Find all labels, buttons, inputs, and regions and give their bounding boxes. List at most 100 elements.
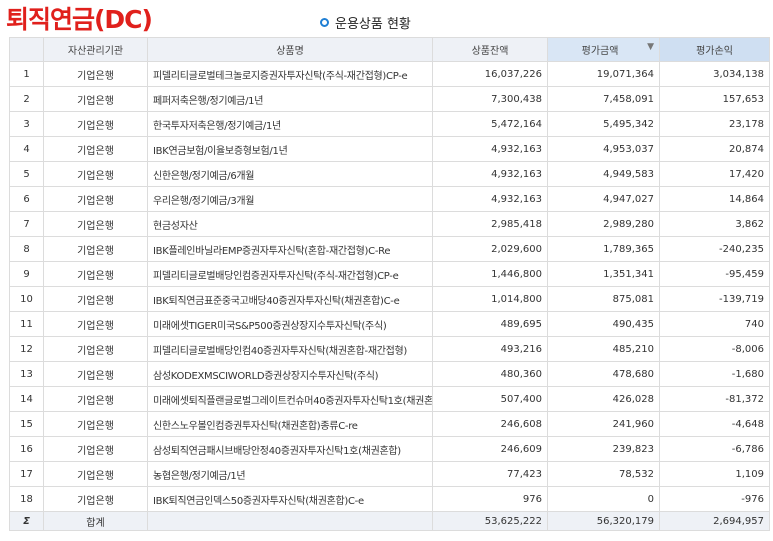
institution-cell[interactable]: 기업은행: [43, 486, 148, 512]
row-index[interactable]: 18: [9, 486, 44, 512]
row-index[interactable]: 17: [9, 461, 44, 487]
table-row[interactable]: 1 기업은행 피델리티글로벌테크놀로지증권자투자신탁(주식-재간접형)CP-e 16,…: [9, 61, 770, 87]
valuation-cell[interactable]: 4,949,583: [547, 161, 660, 187]
balance-cell[interactable]: 1,446,800: [432, 261, 548, 287]
balance-cell[interactable]: 493,216: [432, 336, 548, 362]
product-name-cell[interactable]: 한국투자저축은행/정기예금/1년: [147, 111, 433, 137]
profit-cell[interactable]: 3,862: [659, 211, 770, 237]
product-name-cell[interactable]: 신한스노우볼인컴증권투자신탁(채권혼합)종류C-re: [147, 411, 433, 437]
institution-cell[interactable]: 기업은행: [43, 161, 148, 187]
profit-cell[interactable]: 157,653: [659, 86, 770, 112]
valuation-cell[interactable]: 241,960: [547, 411, 660, 437]
balance-cell[interactable]: 7,300,438: [432, 86, 548, 112]
product-name-cell[interactable]: 미래에셋퇴직플랜글로벌그레이트컨슈머40증권자투자신탁1호(채권혼합): [147, 386, 433, 412]
row-index[interactable]: 9: [9, 261, 44, 287]
institution-cell[interactable]: 기업은행: [43, 261, 148, 287]
product-name-cell[interactable]: 현금성자산: [147, 211, 433, 237]
product-name-cell[interactable]: IBK연금보험/이율보증형보험/1년: [147, 136, 433, 162]
product-name-cell[interactable]: 삼성KODEXMSCIWORLD증권상장지수투자신탁(주식): [147, 361, 433, 387]
table-row[interactable]: 3 기업은행 한국투자저축은행/정기예금/1년 5,472,164 5,495,342 2…: [9, 111, 770, 137]
balance-cell[interactable]: 4,932,163: [432, 136, 548, 162]
valuation-cell[interactable]: 19,071,364: [547, 61, 660, 87]
balance-cell[interactable]: 16,037,226: [432, 61, 548, 87]
product-name-cell[interactable]: IBK퇴직연금표준중국고배당40증권자투자신탁(채권혼합)C-e: [147, 286, 433, 312]
profit-cell[interactable]: 3,034,138: [659, 61, 770, 87]
valuation-cell[interactable]: 0: [547, 486, 660, 512]
product-name-cell[interactable]: 피델리티글로벌배당인컴40증권자투자신탁(채권혼합-재간접형): [147, 336, 433, 362]
row-index[interactable]: 6: [9, 186, 44, 212]
row-index[interactable]: 10: [9, 286, 44, 312]
balance-cell[interactable]: 480,360: [432, 361, 548, 387]
row-index[interactable]: 15: [9, 411, 44, 437]
profit-cell[interactable]: 23,178: [659, 111, 770, 137]
table-row[interactable]: 11 기업은행 미래에셋TIGER미국S&P500증권상장지수투자신탁(주식) 489…: [9, 311, 770, 337]
table-row[interactable]: 5 기업은행 신한은행/정기예금/6개월 4,932,163 4,949,583 17,4…: [9, 161, 770, 187]
column-header-product[interactable]: 상품명: [147, 37, 433, 62]
institution-cell[interactable]: 기업은행: [43, 336, 148, 362]
institution-cell[interactable]: 기업은행: [43, 286, 148, 312]
product-name-cell[interactable]: 우리은행/정기예금/3개월: [147, 186, 433, 212]
table-row[interactable]: 15 기업은행 신한스노우볼인컴증권투자신탁(채권혼합)종류C-re 246,608 2…: [9, 411, 770, 437]
profit-cell[interactable]: -139,719: [659, 286, 770, 312]
table-row[interactable]: 6 기업은행 우리은행/정기예금/3개월 4,932,163 4,947,027 14,8…: [9, 186, 770, 212]
profit-cell[interactable]: 17,420: [659, 161, 770, 187]
row-index[interactable]: 1: [9, 61, 44, 87]
institution-cell[interactable]: 기업은행: [43, 86, 148, 112]
valuation-cell[interactable]: 2,989,280: [547, 211, 660, 237]
product-name-cell[interactable]: 피델리티글로벌테크놀로지증권자투자신탁(주식-재간접형)CP-e: [147, 61, 433, 87]
valuation-cell[interactable]: 875,081: [547, 286, 660, 312]
institution-cell[interactable]: 기업은행: [43, 436, 148, 462]
institution-cell[interactable]: 기업은행: [43, 211, 148, 237]
valuation-cell[interactable]: 1,351,341: [547, 261, 660, 287]
product-name-cell[interactable]: IBK퇴직연금인덱스50증권자투자신탁(채권혼합)C-e: [147, 486, 433, 512]
profit-cell[interactable]: 1,109: [659, 461, 770, 487]
table-row[interactable]: 16 기업은행 삼성퇴직연금패시브배당안정40증권자투자신탁1호(채권혼합) 246,…: [9, 436, 770, 462]
column-header-balance[interactable]: 상품잔액: [432, 37, 548, 62]
valuation-cell[interactable]: 4,947,027: [547, 186, 660, 212]
profit-cell[interactable]: -95,459: [659, 261, 770, 287]
product-name-cell[interactable]: 농협은행/정기예금/1년: [147, 461, 433, 487]
institution-cell[interactable]: 기업은행: [43, 111, 148, 137]
institution-cell[interactable]: 기업은행: [43, 461, 148, 487]
profit-cell[interactable]: 740: [659, 311, 770, 337]
institution-cell[interactable]: 기업은행: [43, 136, 148, 162]
institution-cell[interactable]: 기업은행: [43, 411, 148, 437]
valuation-cell[interactable]: 426,028: [547, 386, 660, 412]
table-row[interactable]: 2 기업은행 페퍼저축은행/정기예금/1년 7,300,438 7,458,091 157…: [9, 86, 770, 112]
product-name-cell[interactable]: IBK플레인바닐라EMP증권자투자신탁(혼합-재간접형)C-Re: [147, 236, 433, 262]
profit-cell[interactable]: -1,680: [659, 361, 770, 387]
institution-cell[interactable]: 기업은행: [43, 386, 148, 412]
balance-cell[interactable]: 4,932,163: [432, 186, 548, 212]
table-row[interactable]: 8 기업은행 IBK플레인바닐라EMP증권자투자신탁(혼합-재간접형)C-Re 2,0…: [9, 236, 770, 262]
row-index[interactable]: 2: [9, 86, 44, 112]
valuation-cell[interactable]: 5,495,342: [547, 111, 660, 137]
profit-cell[interactable]: -8,006: [659, 336, 770, 362]
institution-cell[interactable]: 기업은행: [43, 311, 148, 337]
balance-cell[interactable]: 976: [432, 486, 548, 512]
row-index[interactable]: 12: [9, 336, 44, 362]
institution-cell[interactable]: 기업은행: [43, 236, 148, 262]
balance-cell[interactable]: 246,608: [432, 411, 548, 437]
table-row[interactable]: 10 기업은행 IBK퇴직연금표준중국고배당40증권자투자신탁(채권혼합)C-e 1,…: [9, 286, 770, 312]
product-name-cell[interactable]: 페퍼저축은행/정기예금/1년: [147, 86, 433, 112]
table-row[interactable]: 12 기업은행 피델리티글로벌배당인컴40증권자투자신탁(채권혼합-재간접형) 493…: [9, 336, 770, 362]
balance-cell[interactable]: 489,695: [432, 311, 548, 337]
valuation-cell[interactable]: 1,789,365: [547, 236, 660, 262]
valuation-cell[interactable]: 78,532: [547, 461, 660, 487]
valuation-cell[interactable]: 239,823: [547, 436, 660, 462]
product-name-cell[interactable]: 미래에셋TIGER미국S&P500증권상장지수투자신탁(주식): [147, 311, 433, 337]
institution-cell[interactable]: 기업은행: [43, 186, 148, 212]
row-index[interactable]: 16: [9, 436, 44, 462]
profit-cell[interactable]: -240,235: [659, 236, 770, 262]
profit-cell[interactable]: -81,372: [659, 386, 770, 412]
sort-descending-icon[interactable]: ▼: [647, 42, 654, 52]
profit-cell[interactable]: -4,648: [659, 411, 770, 437]
balance-cell[interactable]: 2,985,418: [432, 211, 548, 237]
valuation-cell[interactable]: 7,458,091: [547, 86, 660, 112]
row-index[interactable]: 11: [9, 311, 44, 337]
row-index[interactable]: 4: [9, 136, 44, 162]
balance-cell[interactable]: 5,472,164: [432, 111, 548, 137]
table-row[interactable]: 18 기업은행 IBK퇴직연금인덱스50증권자투자신탁(채권혼합)C-e 976 0 -9…: [9, 486, 770, 512]
column-header-profit[interactable]: 평가손익: [659, 37, 770, 62]
profit-cell[interactable]: 20,874: [659, 136, 770, 162]
